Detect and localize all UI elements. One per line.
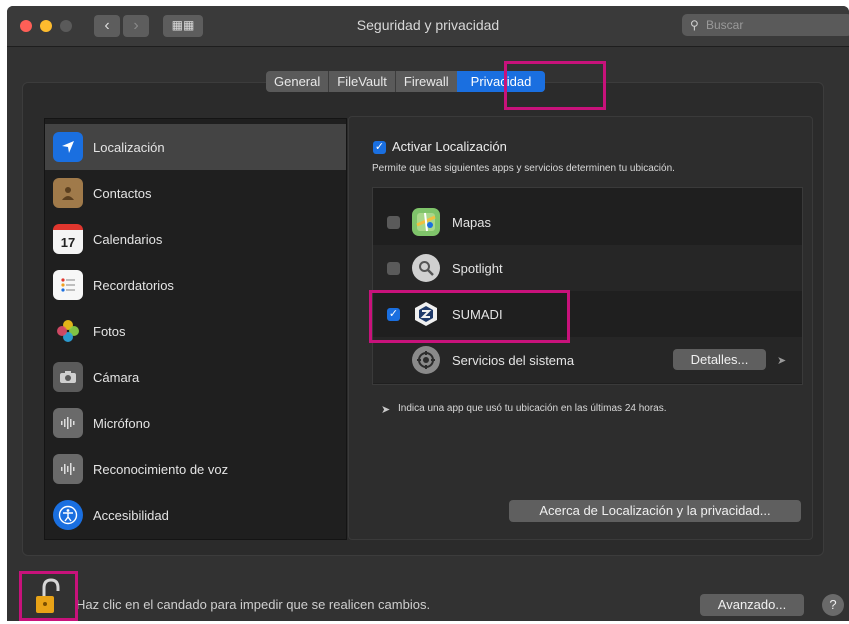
sidebar-item-label: Reconocimiento de voz xyxy=(93,461,229,477)
sidebar-item-label: Calendarios xyxy=(93,231,163,247)
sidebar-item-label: Fotos xyxy=(93,323,126,339)
location-arrow-icon: ➤ xyxy=(381,404,391,416)
highlight-privacidad-tab xyxy=(504,61,606,110)
search-icon: ⚲ xyxy=(690,18,699,32)
sidebar-item-recordatorios[interactable]: Recordatorios xyxy=(45,262,346,308)
sidebar-item-calendarios[interactable]: 17 Calendarios xyxy=(45,216,346,262)
detalles-button[interactable]: Detalles... xyxy=(673,349,766,370)
sidebar-item-label: Recordatorios xyxy=(93,277,174,293)
tab-filevault[interactable]: FileVault xyxy=(329,71,396,92)
location-description: Permite que las siguientes apps y servic… xyxy=(372,163,675,174)
lock-hint-text: Haz clic en el candado para impedir que … xyxy=(76,597,431,612)
sidebar-item-fotos[interactable]: Fotos xyxy=(45,308,346,354)
spotlight-icon xyxy=(412,254,440,282)
microphone-icon xyxy=(53,408,83,438)
highlight-sumadi-row xyxy=(369,290,570,343)
sidebar-item-contactos[interactable]: Contactos xyxy=(45,170,346,216)
speech-recognition-icon xyxy=(53,454,83,484)
activar-localizacion-checkbox[interactable]: ✓ xyxy=(373,141,386,154)
sidebar-item-label: Localización xyxy=(93,139,165,155)
title-bar: ‹ › ▦▦ Seguridad y privacidad ⚲ Buscar xyxy=(7,6,849,47)
highlight-lock xyxy=(19,571,78,621)
sidebar-item-label: Cámara xyxy=(93,369,140,385)
location-arrow-icon: ➤ xyxy=(777,355,787,367)
search-placeholder: Buscar xyxy=(706,18,744,32)
acerca-de-localizacion-button[interactable]: Acerca de Localización y la privacidad..… xyxy=(509,500,801,522)
calendar-icon: 17 xyxy=(53,224,83,254)
avanzado-button[interactable]: Avanzado... xyxy=(700,594,804,616)
reminders-icon xyxy=(53,270,83,300)
maps-icon xyxy=(412,208,440,236)
app-name: Spotlight xyxy=(452,260,503,276)
camera-icon xyxy=(53,362,83,392)
mapas-checkbox[interactable] xyxy=(387,215,400,229)
sidebar-item-microfono[interactable]: Micrófono xyxy=(45,400,346,446)
app-row-spotlight[interactable]: Spotlight xyxy=(373,245,802,291)
system-services-icon xyxy=(412,346,440,374)
contacts-icon xyxy=(53,178,83,208)
location-usage-note: Indica una app que usó tu ubicación en l… xyxy=(398,403,667,414)
activar-localizacion-label: Activar Localización xyxy=(392,139,507,154)
sidebar-item-label: Micrófono xyxy=(93,415,151,431)
accessibility-icon xyxy=(53,500,83,530)
sidebar-item-label: Contactos xyxy=(93,185,152,201)
tab-general[interactable]: General xyxy=(266,71,330,92)
photos-icon xyxy=(53,316,83,346)
sidebar-item-localizacion[interactable]: Localización xyxy=(45,124,346,170)
sidebar-item-camara[interactable]: Cámara xyxy=(45,354,346,400)
app-name: Mapas xyxy=(452,214,492,230)
search-field[interactable]: ⚲ Buscar xyxy=(682,14,849,36)
help-button[interactable]: ? xyxy=(822,594,844,616)
sidebar-item-accesibilidad[interactable]: Accesibilidad xyxy=(45,492,346,538)
checkmark-icon: ✓ xyxy=(374,141,385,153)
sidebar-item-reconocimiento-de-voz[interactable]: Reconocimiento de voz xyxy=(45,446,346,492)
app-row-mapas[interactable]: Mapas xyxy=(373,199,802,245)
tab-firewall[interactable]: Firewall xyxy=(396,71,457,92)
app-name: Servicios del sistema xyxy=(452,352,575,368)
location-arrow-icon xyxy=(53,132,83,162)
spotlight-checkbox[interactable] xyxy=(387,261,400,275)
privacy-category-list: Localización Contactos 17 Calendarios Re… xyxy=(44,118,347,540)
sidebar-item-label: Accesibilidad xyxy=(93,507,169,523)
